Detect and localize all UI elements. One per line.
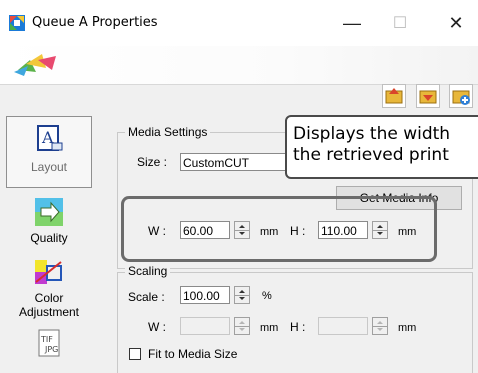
scale-unit: % [262, 290, 272, 302]
sidebar-item-label: Layout [30, 160, 68, 174]
tiff-icon: TIF JPG [38, 329, 60, 357]
scale-height-input[interactable] [318, 317, 368, 335]
sidebar-item-label: Color [34, 291, 64, 305]
scale-input[interactable]: 100.00 [180, 286, 230, 304]
tooltip-line: the retrieved print [293, 145, 449, 165]
sidebar-item-label: Adjustment [18, 305, 80, 319]
scale-height-unit: mm [398, 322, 417, 334]
fit-to-media-label: Fit to Media Size [148, 347, 238, 361]
svg-text:JPG: JPG [44, 345, 58, 354]
size-select[interactable]: CustomCUT [180, 153, 290, 171]
brand-logo-icon [14, 54, 56, 76]
scale-width-spinner[interactable] [234, 317, 250, 335]
sidebar: A Layout Quality Color Adjustment TIF JP… [6, 106, 92, 372]
media-settings-title: Media Settings [125, 125, 211, 139]
tooltip-line: Displays the width [293, 124, 451, 144]
scale-spinner[interactable] [234, 286, 250, 304]
sidebar-item-tiff[interactable]: TIF JPG [6, 328, 92, 363]
scale-height-spinner[interactable] [372, 317, 388, 335]
scale-label: Scale : [128, 290, 165, 304]
sidebar-item-label: Quality [30, 231, 68, 245]
sidebar-item-quality[interactable]: Quality [6, 196, 92, 245]
banner [0, 46, 478, 85]
close-button[interactable]: ✕ [436, 8, 476, 38]
folder-down-icon[interactable] [416, 84, 440, 108]
sidebar-item-layout[interactable]: A Layout [6, 116, 92, 188]
color-adjustment-icon [35, 260, 62, 284]
scale-width-input[interactable] [180, 317, 230, 335]
maximize-button[interactable]: ☐ [380, 8, 420, 38]
scale-height-label: H : [290, 320, 306, 334]
folder-up-icon[interactable] [382, 84, 406, 108]
folder-add-icon[interactable] [449, 84, 473, 108]
sidebar-item-color-adjustment[interactable]: Color Adjustment [6, 256, 92, 319]
quality-icon [35, 198, 63, 226]
callout-tooltip: Displays the width the retrieved print [285, 115, 478, 179]
scale-width-unit: mm [260, 322, 279, 334]
title-bar: Queue A Properties — ☐ ✕ [0, 0, 478, 46]
svg-text:TIF: TIF [40, 335, 53, 344]
size-label: Size : [137, 155, 168, 169]
minimize-button[interactable]: — [332, 8, 372, 38]
window-title: Queue A Properties [32, 15, 158, 30]
printer-queue-icon [9, 15, 25, 31]
fit-to-media-checkbox[interactable] [129, 348, 141, 360]
highlight-frame [121, 196, 437, 262]
layout-icon: A [37, 125, 63, 151]
scale-width-label: W : [148, 320, 166, 334]
scaling-title: Scaling [125, 264, 171, 278]
